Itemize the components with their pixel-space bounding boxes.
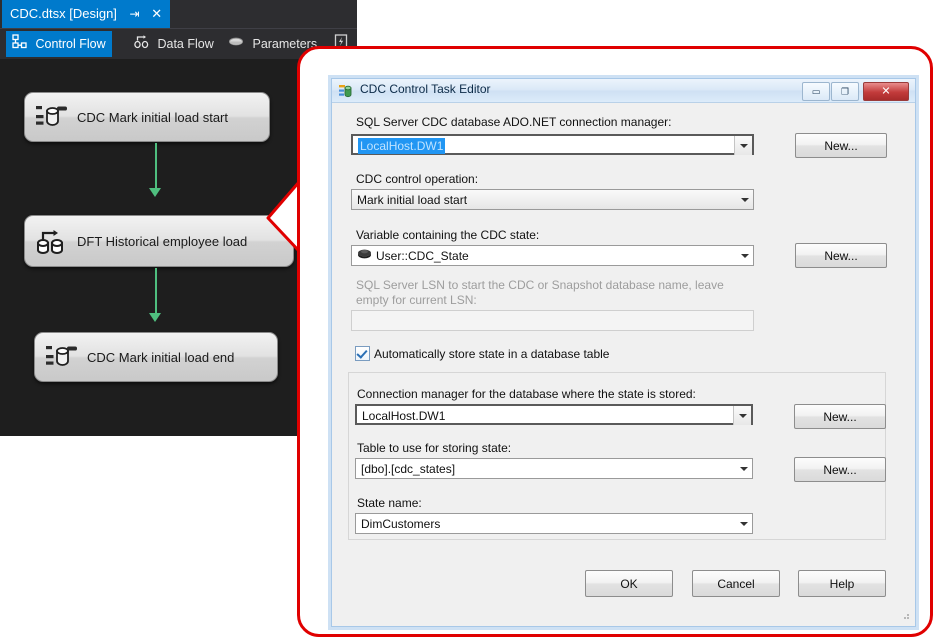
state-table-combobox[interactable]: [dbo].[cdc_states] — [355, 458, 753, 479]
close-icon[interactable]: ✕ — [863, 82, 909, 101]
state-table-value: [dbo].[cdc_states] — [361, 462, 456, 476]
state-connection-combobox[interactable]: LocalHost.DW1 — [355, 404, 753, 425]
precedence-arrowhead-1 — [149, 188, 161, 197]
precedence-arrowhead-2 — [149, 313, 161, 322]
control-operation-value: Mark initial load start — [357, 193, 468, 207]
cdc-control-task-icon — [45, 342, 79, 372]
control-operation-label: CDC control operation: — [356, 172, 479, 186]
auto-store-state-label: Automatically store state in a database … — [374, 347, 610, 361]
chevron-down-icon[interactable] — [735, 514, 752, 533]
tab-data-flow[interactable]: Data Flow — [128, 31, 220, 57]
new-state-connection-button[interactable]: New... — [794, 404, 886, 429]
task-node-cdc-mark-initial-load-start[interactable]: CDC Mark initial load start — [24, 92, 270, 142]
task-node-label: DFT Historical employee load — [77, 233, 248, 249]
dialog-title-bar[interactable]: CDC Control Task Editor ▭ ❐ ✕ — [332, 79, 915, 103]
ok-button[interactable]: OK — [585, 570, 673, 597]
minimize-icon[interactable]: ▭ — [802, 82, 830, 101]
auto-store-state-checkbox[interactable] — [355, 346, 370, 361]
state-variable-combobox[interactable]: User::CDC_State — [351, 245, 754, 266]
document-tab-cdc-dtsx[interactable]: CDC.dtsx [Design] ⇥ ✕ — [2, 0, 171, 28]
document-tab-label: CDC.dtsx [Design] — [10, 6, 117, 21]
chevron-down-icon[interactable] — [735, 459, 752, 478]
state-connection-label: Connection manager for the database wher… — [357, 387, 696, 401]
control-flow-icon — [12, 32, 27, 58]
task-node-label: CDC Mark initial load end — [87, 349, 235, 365]
precedence-arrow-1 — [155, 143, 157, 190]
state-name-value: DimCustomers — [361, 517, 441, 531]
tab-data-flow-label: Data Flow — [157, 37, 214, 51]
state-name-label: State name: — [357, 496, 422, 510]
lsn-input — [351, 310, 754, 331]
chevron-down-icon[interactable] — [736, 246, 753, 265]
maximize-icon[interactable]: ❐ — [831, 82, 859, 101]
precedence-arrow-2 — [155, 268, 157, 315]
tab-control-flow-label: Control Flow — [35, 37, 106, 51]
cdc-task-icon — [338, 83, 354, 99]
task-node-cdc-mark-initial-load-end[interactable]: CDC Mark initial load end — [34, 332, 278, 382]
cancel-button[interactable]: Cancel — [692, 570, 780, 597]
new-connection-manager-button[interactable]: New... — [795, 133, 887, 158]
connection-manager-label: SQL Server CDC database ADO.NET connecti… — [356, 115, 672, 129]
help-button[interactable]: Help — [798, 570, 886, 597]
state-variable-label: Variable containing the CDC state: — [356, 228, 540, 242]
chevron-down-icon[interactable] — [733, 406, 751, 425]
data-flow-icon — [134, 32, 149, 58]
new-state-table-button[interactable]: New... — [794, 457, 886, 482]
tab-control-flow[interactable]: Control Flow — [6, 31, 112, 57]
dialog-title-label: CDC Control Task Editor — [360, 82, 491, 96]
chevron-down-icon[interactable] — [736, 190, 753, 209]
data-flow-task-icon — [35, 226, 69, 256]
state-variable-value: User::CDC_State — [376, 249, 469, 263]
state-table-label: Table to use for storing state: — [357, 441, 512, 455]
new-variable-button[interactable]: New... — [795, 243, 887, 268]
document-tab-strip: CDC.dtsx [Design] ⇥ ✕ — [0, 0, 357, 28]
parameters-icon — [228, 32, 244, 58]
resize-grip[interactable] — [900, 610, 910, 620]
connection-manager-value: LocalHost.DW1 — [358, 138, 446, 154]
control-operation-combobox[interactable]: Mark initial load start — [351, 189, 754, 210]
state-name-combobox[interactable]: DimCustomers — [355, 513, 753, 534]
lsn-label: SQL Server LSN to start the CDC or Snaps… — [356, 278, 724, 307]
task-node-label: CDC Mark initial load start — [77, 109, 228, 125]
cdc-control-task-icon — [35, 102, 69, 132]
pin-icon[interactable]: ⇥ — [130, 0, 140, 28]
state-connection-value: LocalHost.DW1 — [362, 409, 446, 423]
chevron-down-icon[interactable] — [734, 136, 752, 155]
close-icon[interactable]: ✕ — [151, 0, 162, 28]
connection-manager-combobox[interactable]: LocalHost.DW1 — [351, 134, 754, 155]
variable-icon — [357, 247, 372, 260]
